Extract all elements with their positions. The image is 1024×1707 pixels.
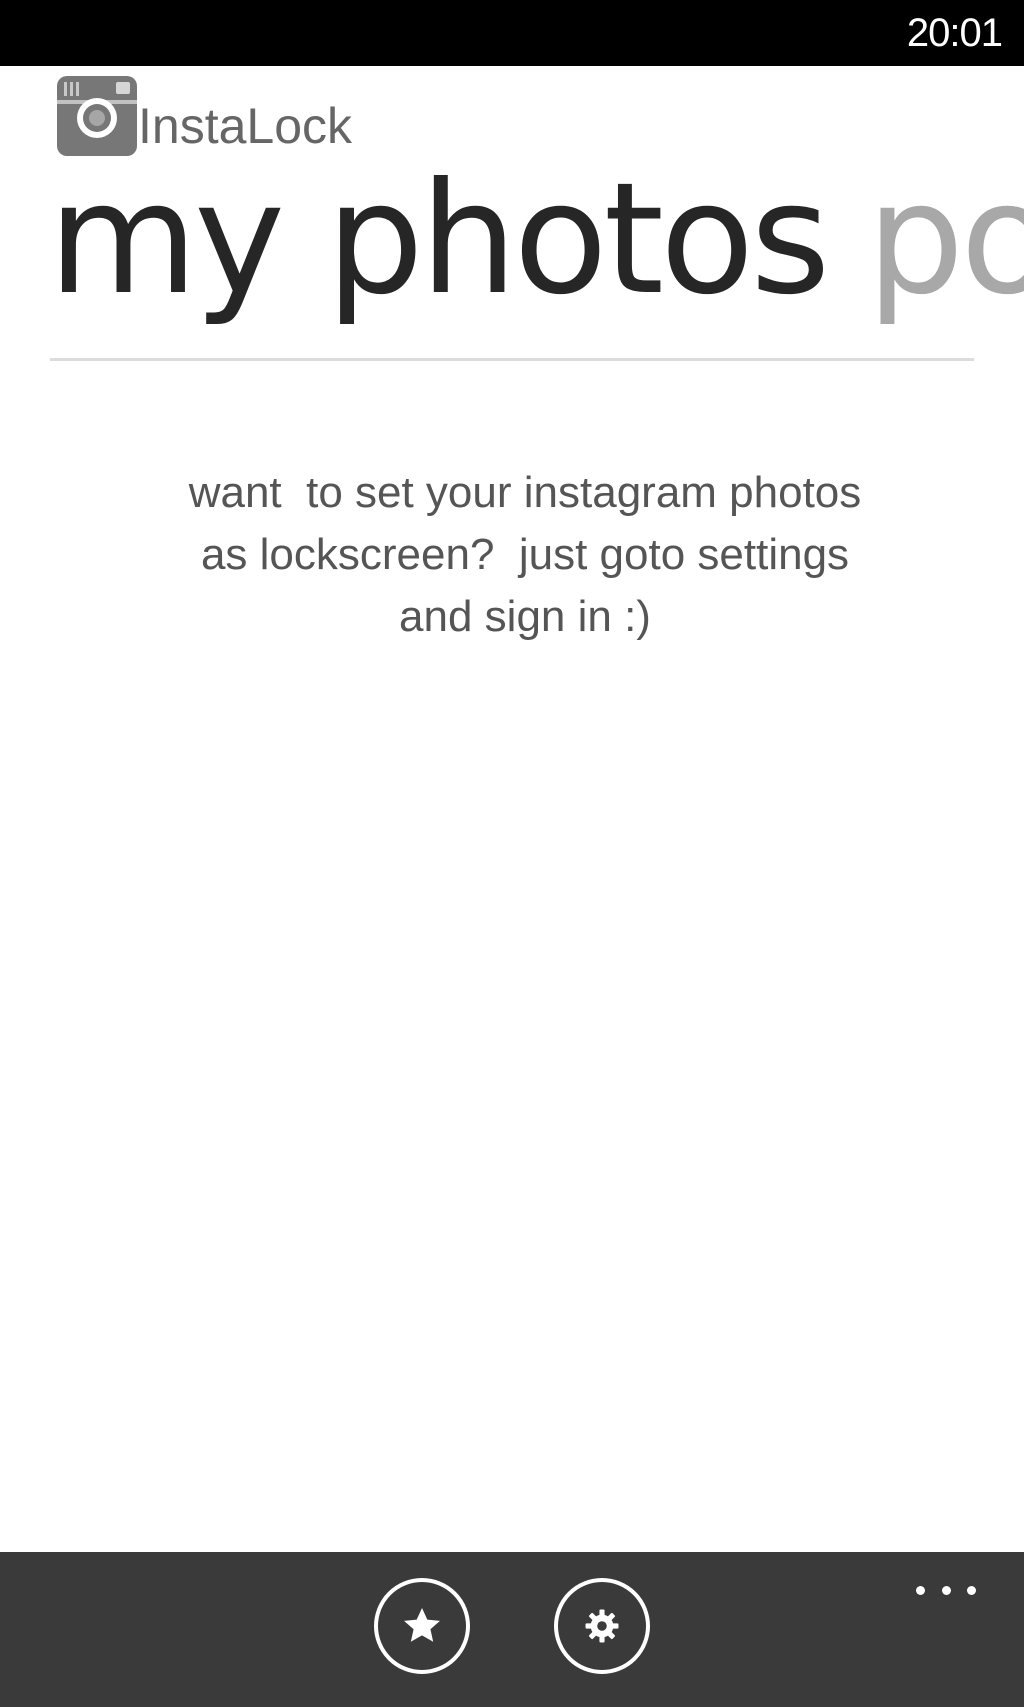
status-time: 20:01 [906, 11, 1003, 55]
settings-button[interactable] [554, 1578, 650, 1674]
pivot-item-popular[interactable]: popular [867, 140, 1024, 340]
empty-state-message: want to set your instagram photos as loc… [100, 462, 950, 648]
pivot-item-my-photos[interactable]: my photos [48, 140, 831, 340]
message-line-3: and sign in :) [399, 592, 651, 641]
message-line-1: want to set your instagram photos [188, 468, 862, 517]
more-dot [967, 1585, 976, 1595]
more-dot [941, 1585, 951, 1595]
more-dot [916, 1585, 925, 1595]
phone-screen: 20:01 InstaLock my photospopular want [0, 0, 1024, 1707]
gear-icon [585, 1609, 619, 1643]
application-bar [0, 1552, 1024, 1707]
pivot: my photospopular [48, 140, 1024, 340]
header-divider [50, 358, 974, 361]
more-options-icon[interactable] [916, 1582, 976, 1598]
status-bar: 20:01 [0, 0, 1024, 66]
pivot-header-strip: my photospopular [0, 140, 1024, 340]
message-line-2: as lockscreen? just goto settings [200, 530, 850, 579]
favorite-button[interactable] [374, 1578, 470, 1674]
star-icon [404, 1608, 440, 1642]
